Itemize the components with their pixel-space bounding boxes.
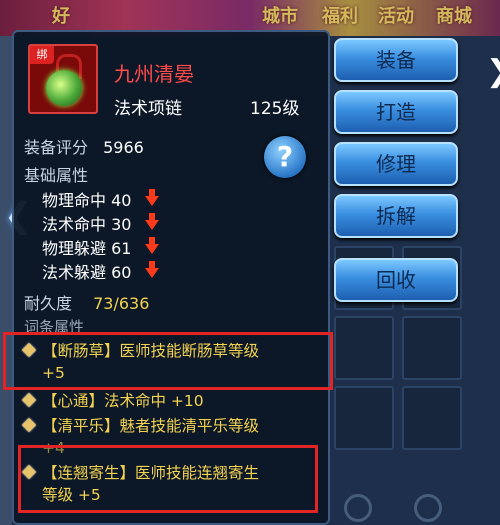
diamond-icon [21,417,37,432]
stat-name: 物理躲避 [42,239,107,258]
base-attr-heading: 基础属性 [24,166,89,185]
background-menu-text: 福利 [322,6,358,27]
bound-badge: 绑 [30,46,54,64]
help-icon[interactable]: ? [264,136,306,178]
background-menu-text: 好 [52,6,70,27]
score-label: 装备评分 [24,138,89,157]
stat-row: 物理躲避 61 [42,235,159,259]
dismantle-button[interactable]: 拆解 [334,194,458,238]
durability-label: 耐久度 [24,294,73,313]
stat-value: 40 [111,191,132,210]
arrow-down-icon [144,260,159,278]
background-menu-text: 商城 [436,6,472,27]
chevron-right-icon[interactable]: ❯ [486,54,500,89]
arrow-down-icon [144,212,159,230]
inventory-slot[interactable] [334,386,394,450]
stat-row: 物理命中 40 [42,187,159,211]
green-orb-necklace-icon [46,70,82,106]
stat-value: 30 [111,215,132,234]
stat-value: 61 [111,239,132,258]
stat-name: 物理命中 [42,191,107,210]
forge-button[interactable]: 打造 [334,90,458,134]
inventory-slot[interactable] [334,316,394,380]
background-menu-text: 活动 [378,6,414,27]
durability-value: 73/636 [93,294,150,313]
inventory-slot[interactable] [402,386,462,450]
equipment-score: 装备评分 5966 [24,134,144,158]
repair-button[interactable]: 修理 [334,142,458,186]
recycle-button[interactable]: 回收 [334,258,458,302]
background-menu-text: 城市 [262,6,298,27]
stat-name: 法术命中 [42,215,107,234]
item-name: 九州清晏 [114,62,194,86]
lock-icon [344,494,372,522]
item-type: 法术项链 [114,99,182,119]
stat-row: 法术躲避 60 [42,259,159,283]
inventory-slot[interactable] [402,316,462,380]
effect-text: 【清平乐】魅者技能清平乐等级 [42,417,260,435]
effect-text: 【心通】法术命中 +10 [42,392,204,410]
highlight-box [18,445,318,513]
lock-icon [414,494,442,522]
durability: 耐久度 73/636 [24,290,149,314]
stat-row: 法术命中 30 [42,211,159,235]
score-value: 5966 [103,138,144,157]
effect-item: 【心通】法术命中 +10 [21,390,204,412]
arrow-down-icon [144,188,159,206]
item-icon-frame: 绑 [28,44,98,114]
background-left-edge [0,36,12,525]
stat-name: 法术躲避 [42,263,107,282]
item-level: 125级 [250,99,300,119]
diamond-icon [21,392,37,407]
highlight-box [3,332,333,390]
equip-button[interactable]: 装备 [334,38,458,82]
stat-value: 60 [111,263,132,282]
arrow-down-icon [144,236,159,254]
